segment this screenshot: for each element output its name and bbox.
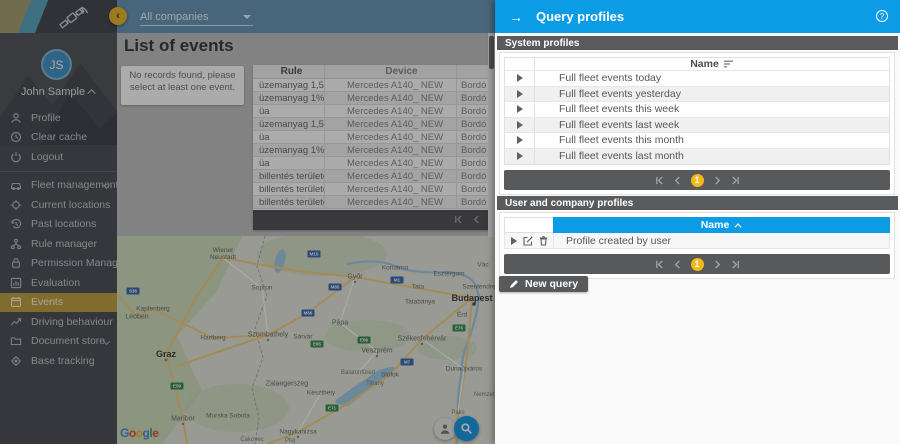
current-page-badge[interactable]: 1	[691, 174, 704, 187]
new-query-label: New query	[525, 278, 578, 290]
row-actions	[505, 118, 535, 133]
last-page-icon[interactable]	[731, 260, 740, 269]
section-title: System profiles	[505, 38, 579, 49]
run-query-icon[interactable]	[517, 121, 523, 129]
arrow-right-icon[interactable]: →	[509, 9, 523, 25]
last-page-icon[interactable]	[731, 176, 740, 185]
run-query-icon[interactable]	[517, 152, 523, 160]
row-actions	[505, 233, 554, 248]
sort-icon	[723, 60, 734, 68]
next-page-icon[interactable]	[713, 260, 722, 269]
profile-name: Full fleet events today	[535, 72, 889, 84]
pencil-icon	[509, 279, 519, 289]
next-page-icon[interactable]	[713, 176, 722, 185]
name-column-header[interactable]: Name	[535, 58, 889, 70]
row-actions	[505, 102, 535, 117]
profile-name: Full fleet events yesterday	[535, 88, 889, 100]
system-profile-row[interactable]: Full fleet events yesterday	[505, 87, 889, 103]
profile-name: Full fleet events this week	[535, 103, 889, 115]
help-icon[interactable]: ?	[876, 10, 888, 22]
system-profiles-container: Name Full fleet events today F	[499, 52, 895, 195]
row-actions	[505, 71, 535, 86]
system-profiles-table: Name Full fleet events today F	[504, 57, 890, 165]
delete-icon[interactable]	[539, 236, 548, 246]
system-profile-row[interactable]: Full fleet events this week	[505, 102, 889, 118]
previous-page-icon[interactable]	[673, 260, 682, 269]
run-query-icon[interactable]	[517, 136, 523, 144]
profile-name: Full fleet events last month	[535, 150, 889, 162]
profile-name: Profile created by user	[554, 235, 889, 247]
system-profiles-rows: Full fleet events today Full fleet event…	[505, 71, 889, 164]
actions-column-header	[504, 217, 553, 233]
run-query-icon[interactable]	[517, 74, 523, 82]
current-page-badge[interactable]: 1	[691, 258, 704, 271]
row-actions	[505, 149, 535, 165]
system-profile-row[interactable]: Full fleet events last week	[505, 118, 889, 134]
edit-icon[interactable]	[523, 236, 533, 246]
panel-title: Query profiles	[536, 9, 624, 24]
panel-header: → Query profiles ?	[495, 0, 900, 33]
row-actions	[505, 133, 535, 148]
section-title: User and company profiles	[505, 198, 633, 209]
name-column-label: Name	[701, 219, 730, 231]
actions-column-header	[505, 58, 535, 70]
user-profiles-pagination: 1	[504, 254, 890, 274]
system-profiles-pagination: 1	[504, 170, 890, 190]
system-profile-row[interactable]: Full fleet events this month	[505, 133, 889, 149]
system-profiles-section-header: System profiles	[497, 36, 898, 50]
user-table-header: Name	[504, 217, 890, 233]
name-column-label: Name	[690, 58, 719, 70]
backdrop-overlay[interactable]	[0, 0, 495, 444]
new-query-button[interactable]: New query	[499, 276, 588, 292]
user-profiles-table: Name Profile created by user	[504, 217, 890, 249]
user-profile-row[interactable]: Profile created by user	[504, 233, 890, 249]
system-table-header: Name	[505, 58, 889, 71]
previous-page-icon[interactable]	[673, 176, 682, 185]
user-profiles-section-header: User and company profiles	[497, 196, 898, 210]
row-actions	[505, 87, 535, 102]
run-query-icon[interactable]	[517, 90, 523, 98]
main-region: ‹ All companies JS John Sample Profile	[0, 0, 495, 444]
caret-up-icon	[734, 223, 742, 228]
run-query-icon[interactable]	[511, 237, 517, 245]
profile-name: Full fleet events this month	[535, 134, 889, 146]
system-profile-row[interactable]: Full fleet events last month	[505, 149, 889, 165]
system-profile-row[interactable]: Full fleet events today	[505, 71, 889, 87]
query-profiles-panel: → Query profiles ? System profiles Name	[495, 0, 900, 444]
app-root: ‹ All companies JS John Sample Profile	[0, 0, 900, 444]
name-column-header[interactable]: Name	[553, 217, 890, 233]
profile-name: Full fleet events last week	[535, 119, 889, 131]
run-query-icon[interactable]	[517, 105, 523, 113]
user-profiles-container: Name Profile created by user 1	[499, 212, 895, 279]
first-page-icon[interactable]	[655, 260, 664, 269]
first-page-icon[interactable]	[655, 176, 664, 185]
